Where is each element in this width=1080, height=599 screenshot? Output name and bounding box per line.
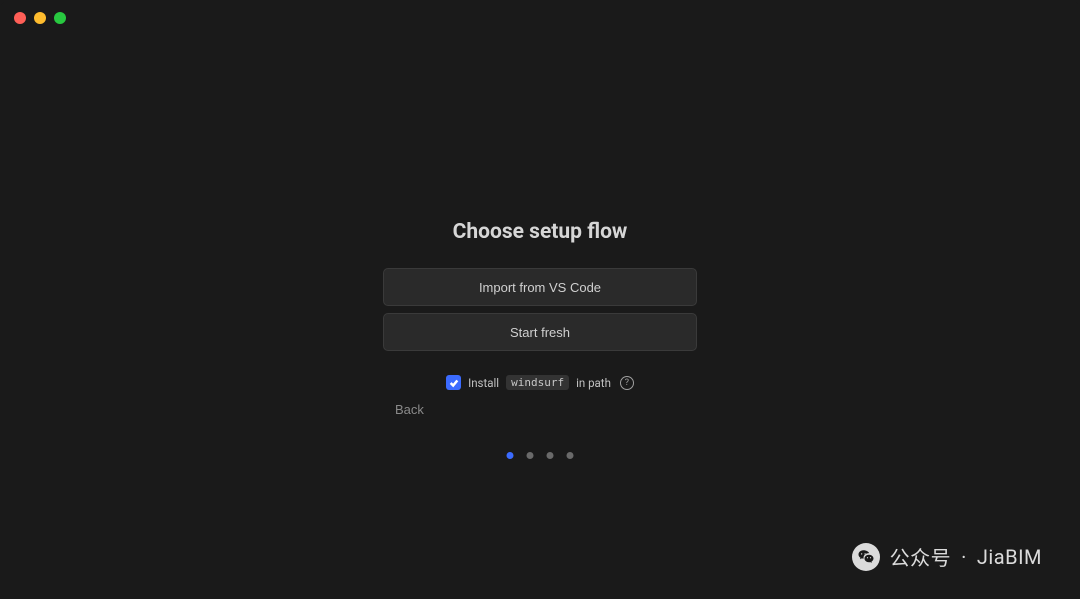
import-vscode-button[interactable]: Import from VS Code [383,268,697,306]
watermark-source: 公众号 [890,542,952,571]
setup-content: Choose setup flow Import from VS Code St… [0,0,1080,599]
back-label: Back [395,402,424,417]
install-label-prefix: Install [468,376,499,390]
watermark-name: JiaBIM [977,545,1042,569]
install-label-suffix: in path [576,376,611,390]
import-vscode-label: Import from VS Code [479,280,601,295]
start-fresh-label: Start fresh [510,325,570,340]
help-icon[interactable]: ? [620,376,634,390]
watermark-separator: · [961,545,967,569]
start-fresh-button[interactable]: Start fresh [383,313,697,351]
progress-dot-2 [527,452,534,459]
page-title: Choose setup flow [453,220,628,244]
app-window: Choose setup flow Import from VS Code St… [0,0,1080,599]
progress-dot-3 [547,452,554,459]
check-icon [449,378,459,388]
install-path-checkbox[interactable] [446,375,461,390]
progress-dot-4 [567,452,574,459]
progress-indicator [507,452,574,459]
back-button[interactable]: Back [395,402,424,417]
watermark: 公众号 · JiaBIM [852,542,1042,571]
progress-dot-1 [507,452,514,459]
install-path-row: Install windsurf in path ? [446,375,634,390]
wechat-icon [852,543,880,571]
install-command: windsurf [506,375,569,390]
